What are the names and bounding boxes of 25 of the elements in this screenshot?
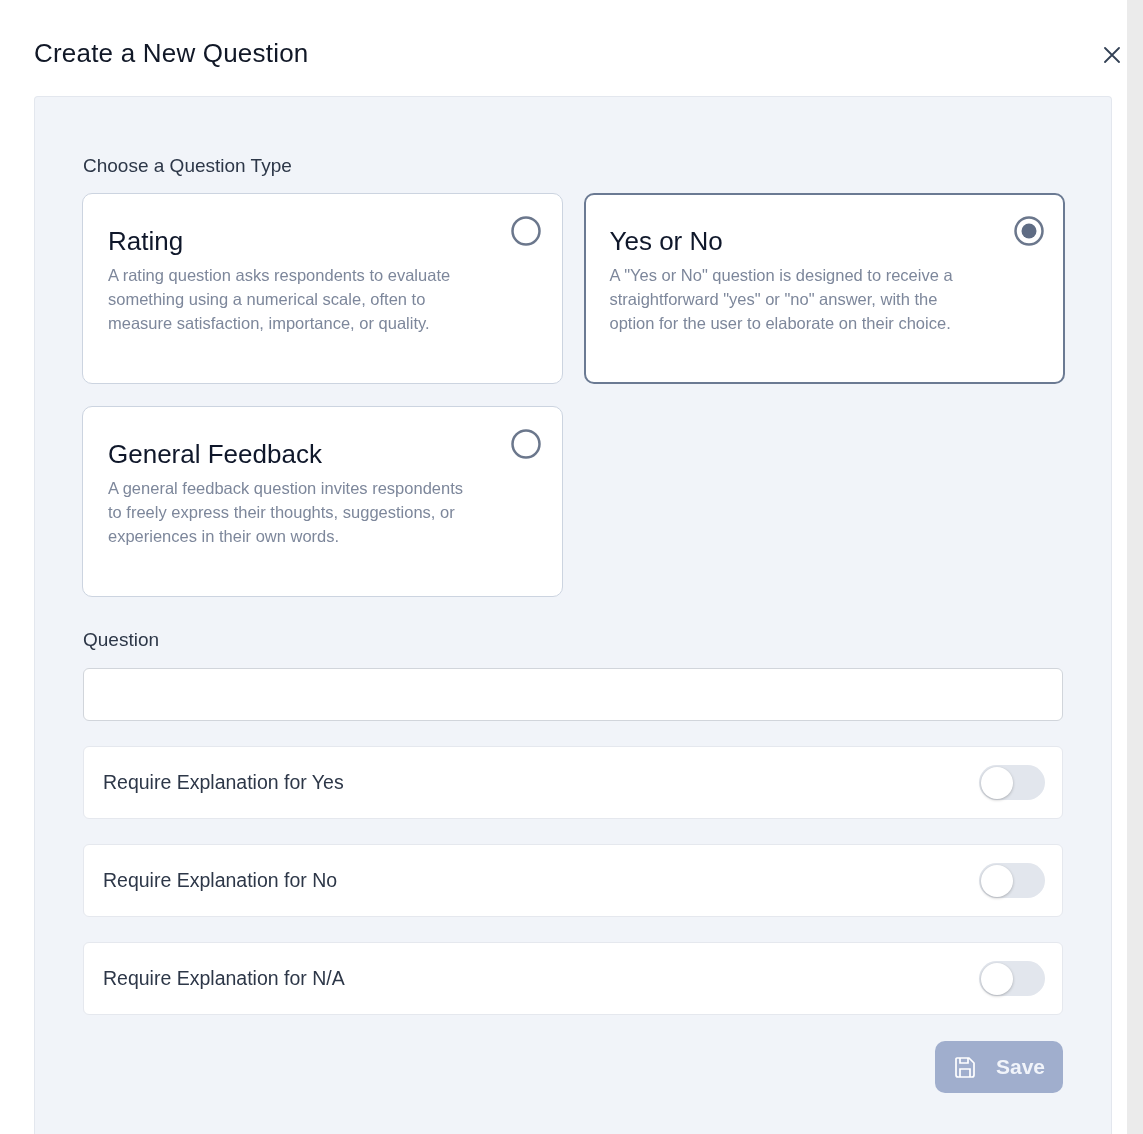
dialog-title: Create a New Question (34, 37, 309, 69)
card-title: General Feedback (108, 438, 323, 471)
radio-button[interactable] (511, 429, 541, 459)
card-description: A "Yes or No" question is designed to receive a straightforward "yes" or "no" answer, with the option for the user to elaborate on their choice. (609, 264, 954, 334)
section-label: Choose a Question Type (83, 154, 293, 178)
toggle-switch[interactable] (979, 961, 1045, 996)
toggle-label: Require Explanation for No (103, 869, 338, 892)
question-type-card[interactable]: Rating A rating question asks respondents to evaluate something using a numerical scale, often to measure satisfaction, importance, or quality. (82, 193, 563, 384)
question-type-card[interactable]: General Feedback A general feedback question invites respondents to freely express their thoughts, suggestions, or experiences in their own words. (82, 406, 563, 597)
card-description: A general feedback question invites respondents to freely express their thoughts, suggestions, or experiences in their own words. (108, 478, 464, 547)
question-input[interactable] (83, 668, 1063, 721)
radio-button[interactable] (1013, 215, 1044, 246)
close-icon (1104, 47, 1120, 63)
toggle-label: Require Explanation for N/A (103, 967, 345, 990)
card-title: Rating (108, 225, 185, 258)
card-description: A rating question asks respondents to evaluate something using a numerical scale, often to measure satisfaction, importance, or quality. (108, 265, 452, 334)
save-icon (954, 1056, 975, 1078)
radio-button[interactable] (511, 216, 541, 246)
question-type-card[interactable]: Yes or No A "Yes or No" question is designed to receive a straightforward "yes" or "no" answer, with the option for the user to elaborate on their choice. (584, 193, 1065, 384)
field-label: Question (83, 628, 161, 652)
close-button[interactable] (1104, 47, 1120, 63)
toggle-switch[interactable] (979, 765, 1045, 800)
toggle-label: Require Explanation for Yes (103, 771, 344, 794)
toggle-switch[interactable] (979, 863, 1045, 898)
card-title: Yes or No (609, 224, 724, 258)
